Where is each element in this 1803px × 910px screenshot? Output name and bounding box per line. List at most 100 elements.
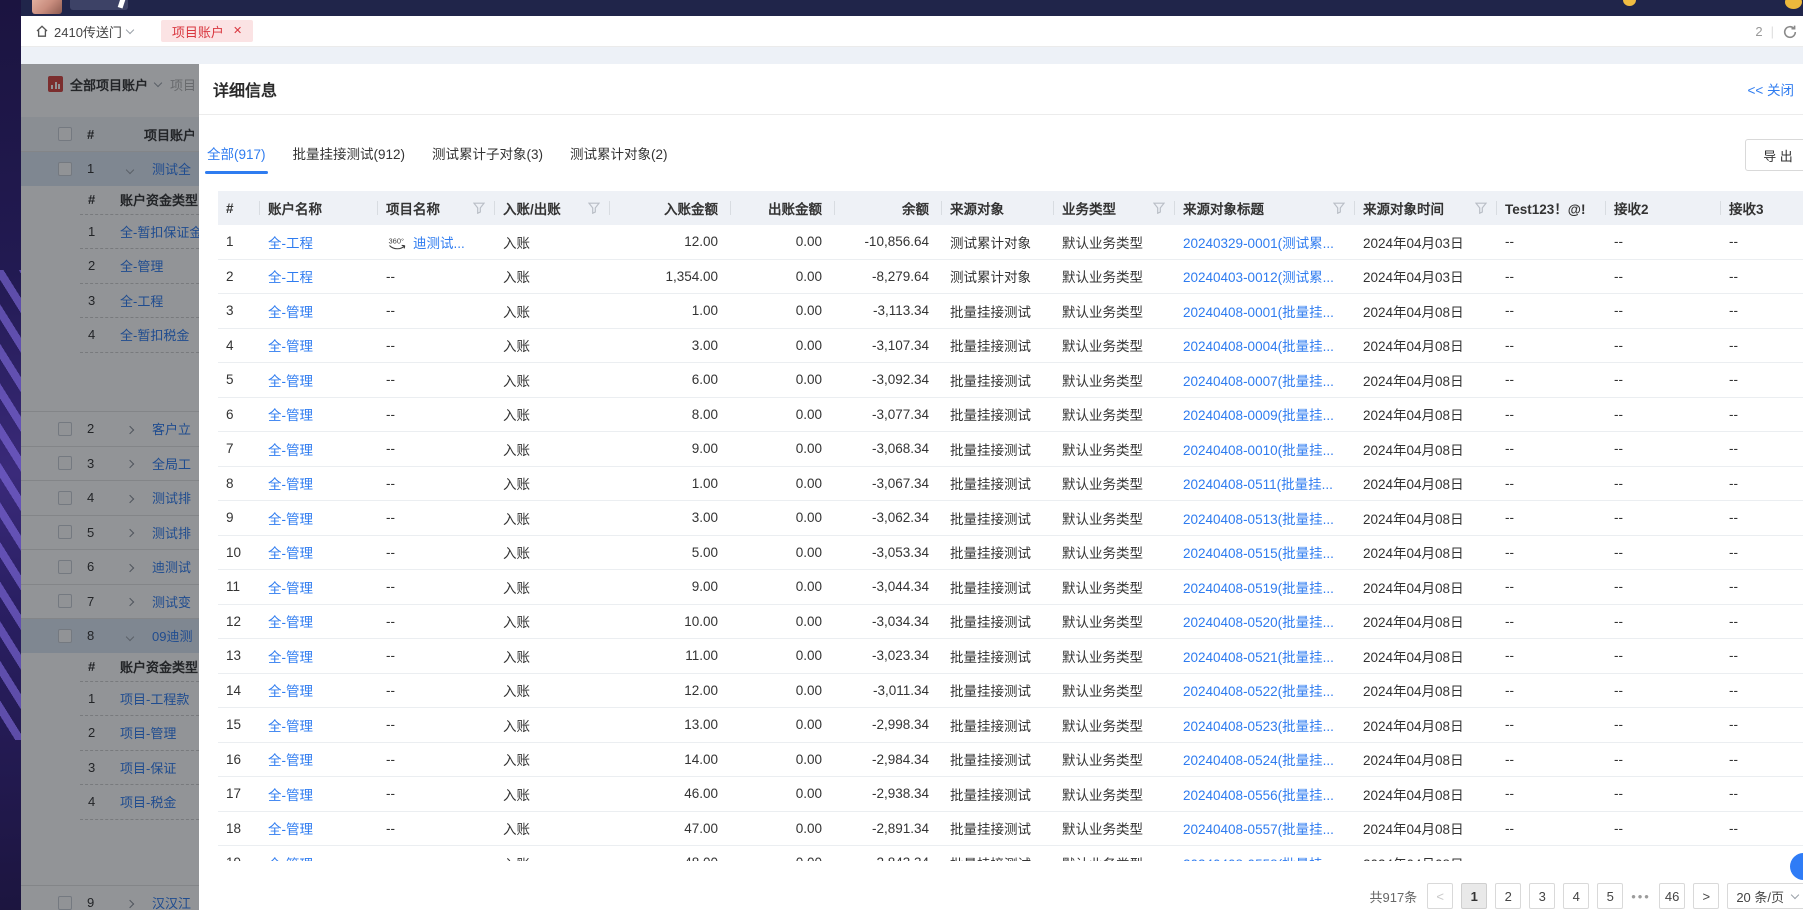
chevron-right-icon[interactable]: [126, 529, 134, 537]
sidebar-group-row[interactable]: 5测试排: [21, 515, 199, 550]
chevron-right-icon[interactable]: [126, 495, 134, 503]
filter-icon[interactable]: [1333, 202, 1345, 214]
cell-account[interactable]: 全-管理: [260, 708, 378, 742]
cell-account[interactable]: 全-管理: [260, 605, 378, 639]
cell-account[interactable]: 全-管理: [260, 743, 378, 777]
cell-account[interactable]: 全-管理: [260, 329, 378, 363]
row-checkbox[interactable]: [58, 491, 72, 505]
avatar[interactable]: [32, 0, 62, 14]
fund-type-link[interactable]: 项目-工程款: [120, 689, 189, 708]
cell-source_title[interactable]: 20240408-0520(批量挂...: [1175, 605, 1355, 639]
account-link[interactable]: 测试全: [152, 159, 191, 178]
cell-source_title[interactable]: 20240408-0522(批量挂...: [1175, 674, 1355, 708]
cell-source_title[interactable]: 20240329-0001(测试累...: [1175, 225, 1355, 259]
row-checkbox[interactable]: [58, 525, 72, 539]
page-button-3[interactable]: 3: [1529, 883, 1555, 909]
cell-source_title[interactable]: 20240408-0001(批量挂...: [1175, 294, 1355, 328]
account-link[interactable]: 全局工: [152, 454, 191, 473]
cell-source_title[interactable]: 20240408-0557(批量挂...: [1175, 812, 1355, 846]
sidebar-group-row[interactable]: 2客户立: [21, 411, 199, 446]
chevron-right-icon[interactable]: [126, 598, 134, 606]
cell-source_title[interactable]: 20240408-0556(批量挂...: [1175, 777, 1355, 811]
detail-tab-3[interactable]: 测试累计对象(2): [570, 143, 668, 163]
fund-type-link[interactable]: 项目-管理: [120, 723, 176, 742]
cell-source_title[interactable]: 20240403-0012(测试累...: [1175, 260, 1355, 294]
refresh-icon[interactable]: [1782, 24, 1798, 40]
account-link[interactable]: 09迪测: [152, 626, 192, 645]
page-button-1[interactable]: 1: [1461, 883, 1487, 909]
cell-source_title[interactable]: 20240408-0515(批量挂...: [1175, 536, 1355, 570]
chevron-right-icon[interactable]: [126, 460, 134, 468]
account-link[interactable]: 测试排: [152, 523, 191, 542]
account-link[interactable]: 客户立: [152, 419, 191, 438]
cell-source_title[interactable]: 20240408-0009(批量挂...: [1175, 398, 1355, 432]
sidebar-group-row[interactable]: 7测试变: [21, 584, 199, 619]
filter-icon[interactable]: [1475, 202, 1487, 214]
sidebar-group-row[interactable]: 1测试全: [21, 151, 199, 186]
home-menu[interactable]: 2410传送门: [35, 22, 133, 41]
cell-account[interactable]: 全-工程: [260, 260, 378, 294]
page-button-2[interactable]: 2: [1495, 883, 1521, 909]
row-checkbox[interactable]: [58, 162, 72, 176]
account-link[interactable]: 测试排: [152, 488, 191, 507]
page-button-5[interactable]: 5: [1597, 883, 1623, 909]
fund-type-link[interactable]: 全-暂扣保证金: [120, 222, 199, 241]
cell-source_title[interactable]: 20240408-0007(批量挂...: [1175, 363, 1355, 397]
detail-tab-0[interactable]: 全部(917): [207, 143, 266, 163]
filter-icon[interactable]: [1153, 202, 1165, 214]
cell-account[interactable]: 全-管理: [260, 812, 378, 846]
account-link[interactable]: 测试变: [152, 592, 191, 611]
fund-type-link[interactable]: 项目-保证: [120, 758, 176, 777]
cell-account[interactable]: 全-管理: [260, 639, 378, 673]
page-button-4[interactable]: 4: [1563, 883, 1589, 909]
row-checkbox[interactable]: [58, 594, 72, 608]
row-checkbox[interactable]: [58, 456, 72, 470]
cell-account[interactable]: 全-管理: [260, 674, 378, 708]
sidebar-group-row[interactable]: 9汉汉江: [21, 885, 199, 910]
page-button-last[interactable]: 46: [1659, 883, 1685, 909]
cell-source_title[interactable]: 20240408-0558(批量挂...: [1175, 846, 1355, 861]
close-panel-link[interactable]: << 关闭: [1747, 79, 1794, 99]
fund-type-link[interactable]: 项目-税金: [120, 792, 176, 811]
cell-source_title[interactable]: 20240408-0513(批量挂...: [1175, 501, 1355, 535]
cell-account[interactable]: 全-管理: [260, 398, 378, 432]
fund-type-link[interactable]: 全-工程: [120, 291, 163, 310]
chevron-down-icon[interactable]: [126, 166, 134, 174]
cell-source_title[interactable]: 20240408-0511(批量挂...: [1175, 467, 1355, 501]
chevron-right-icon[interactable]: [126, 900, 134, 908]
chevron-right-icon[interactable]: [126, 426, 134, 434]
cell-account[interactable]: 全-管理: [260, 467, 378, 501]
export-button[interactable]: 导 出: [1745, 139, 1803, 171]
filter-icon[interactable]: [588, 202, 600, 214]
chevron-down-icon[interactable]: [154, 78, 162, 86]
close-tab-icon[interactable]: ✕: [233, 26, 242, 37]
cell-account[interactable]: 全-管理: [260, 777, 378, 811]
cell-source_title[interactable]: 20240408-0010(批量挂...: [1175, 432, 1355, 466]
address-bar[interactable]: [70, 0, 128, 10]
cell-account[interactable]: 全-管理: [260, 294, 378, 328]
select-all-checkbox[interactable]: [58, 127, 72, 141]
cell-account[interactable]: 全-管理: [260, 536, 378, 570]
row-checkbox[interactable]: [58, 422, 72, 436]
sidebar-group-row[interactable]: 4测试排: [21, 480, 199, 515]
filter-icon[interactable]: [473, 202, 485, 214]
cell-source_title[interactable]: 20240408-0521(批量挂...: [1175, 639, 1355, 673]
cell-source_title[interactable]: 20240408-0519(批量挂...: [1175, 570, 1355, 604]
cell-account[interactable]: 全-管理: [260, 432, 378, 466]
account-link[interactable]: 汉汉江: [152, 893, 191, 910]
row-checkbox[interactable]: [58, 629, 72, 643]
cell-source_title[interactable]: 20240408-0524(批量挂...: [1175, 743, 1355, 777]
chevron-right-icon[interactable]: [126, 564, 134, 572]
cell-source_title[interactable]: 20240408-0523(批量挂...: [1175, 708, 1355, 742]
cell-account[interactable]: 全-工程: [260, 225, 378, 259]
cell-account[interactable]: 全-管理: [260, 846, 378, 861]
prev-page-button[interactable]: <: [1427, 883, 1453, 909]
cell-project[interactable]: 360°迪测试...: [378, 225, 495, 259]
row-checkbox[interactable]: [58, 896, 72, 910]
row-checkbox[interactable]: [58, 560, 72, 574]
page-size-select[interactable]: 20 条/页: [1727, 883, 1803, 909]
cell-source_title[interactable]: 20240408-0004(批量挂...: [1175, 329, 1355, 363]
sidebar-group-row[interactable]: 809迪测: [21, 618, 199, 653]
cell-account[interactable]: 全-管理: [260, 570, 378, 604]
tab-project-account[interactable]: 项目账户 ✕: [161, 20, 253, 42]
